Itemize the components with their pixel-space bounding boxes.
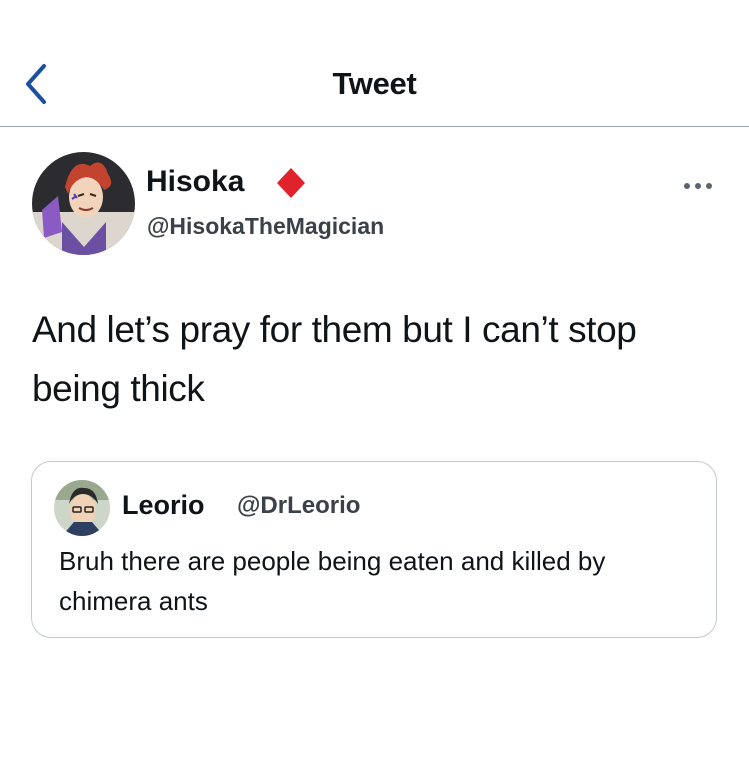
avatar-image — [54, 480, 110, 536]
red-diamond-icon — [277, 168, 305, 198]
quoted-tweet-card[interactable]: Leorio @DrLeorio Bruh there are people b… — [31, 461, 717, 638]
author-avatar[interactable] — [32, 152, 135, 255]
quoted-author-display-name: Leorio — [122, 490, 205, 520]
author-display-name[interactable]: Hisoka — [146, 165, 244, 199]
quoted-author-handle: @DrLeorio — [237, 492, 361, 519]
page-title: Tweet — [332, 66, 417, 101]
tweet-text: And let’s pray for them but I can’t stop… — [32, 309, 637, 409]
quoted-author-avatar — [54, 480, 110, 536]
more-dots-icon — [684, 183, 712, 189]
more-options-button[interactable] — [679, 174, 719, 198]
badge-wrapper — [275, 166, 307, 200]
avatar-image — [32, 152, 135, 255]
quoted-tweet-text: Bruh there are people being eaten and ki… — [59, 546, 606, 616]
author-handle[interactable]: @HisokaTheMagician — [147, 213, 384, 240]
top-bar: Tweet — [0, 0, 749, 127]
